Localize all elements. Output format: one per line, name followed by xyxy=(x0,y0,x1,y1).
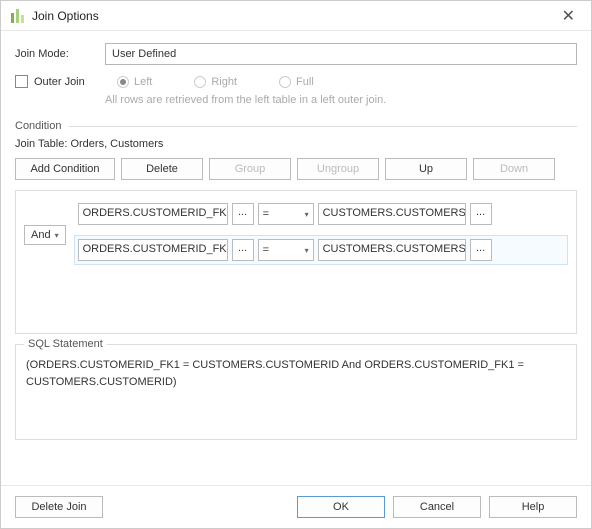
radio-right-label: Right xyxy=(211,76,237,88)
dialog-footer: Delete Join OK Cancel Help xyxy=(1,485,591,528)
condition-legend: Condition xyxy=(15,120,61,132)
operator-value: = xyxy=(263,244,269,256)
window-title: Join Options xyxy=(32,9,99,23)
sql-statement-section: SQL Statement (ORDERS.CUSTOMERID_FK1 = C… xyxy=(15,344,577,440)
radio-left-input xyxy=(117,76,129,88)
group-button: Group xyxy=(209,158,291,180)
condition-toolbar: Add Condition Delete Group Ungroup Up Do… xyxy=(15,158,577,180)
sql-text: (ORDERS.CUSTOMERID_FK1 = CUSTOMERS.CUSTO… xyxy=(26,357,566,390)
operator-dropdown[interactable]: = ▾ xyxy=(258,239,314,261)
up-button[interactable]: Up xyxy=(385,158,467,180)
outer-join-row: Outer Join Left Right Full xyxy=(15,75,577,88)
join-mode-label: Join Mode: xyxy=(15,48,105,60)
right-field[interactable]: CUSTOMERS.CUSTOMERS_CUSTOMERID xyxy=(318,203,466,225)
delete-join-button[interactable]: Delete Join xyxy=(15,496,103,518)
join-mode-input[interactable] xyxy=(105,43,577,65)
left-browse-button[interactable]: ... xyxy=(232,203,254,225)
radio-right: Right xyxy=(194,76,237,88)
operator-value: = xyxy=(263,208,269,220)
sql-legend: SQL Statement xyxy=(24,338,107,350)
add-condition-button[interactable]: Add Condition xyxy=(15,158,115,180)
condition-section: Condition Join Table: Orders, Customers … xyxy=(15,120,577,334)
radio-full-label: Full xyxy=(296,76,314,88)
ok-button[interactable]: OK xyxy=(297,496,385,518)
down-button: Down xyxy=(473,158,555,180)
delete-button[interactable]: Delete xyxy=(121,158,203,180)
logic-operator-label: And xyxy=(31,229,51,241)
titlebar: Join Options ✕ xyxy=(1,1,591,31)
left-field[interactable]: ORDERS.CUSTOMERID_FK1 xyxy=(78,239,228,261)
outer-join-checkbox[interactable] xyxy=(15,75,28,88)
app-icon xyxy=(11,9,24,23)
radio-full-input xyxy=(279,76,291,88)
radio-full: Full xyxy=(279,76,314,88)
join-table-label: Join Table: Orders, Customers xyxy=(15,138,577,150)
outer-join-hint: All rows are retrieved from the left tab… xyxy=(105,94,577,106)
right-browse-button[interactable]: ... xyxy=(470,203,492,225)
help-button[interactable]: Help xyxy=(489,496,577,518)
right-browse-button[interactable]: ... xyxy=(470,239,492,261)
condition-row[interactable]: ORDERS.CUSTOMERID_FK1 ... = ▾ CUSTOMERS.… xyxy=(74,199,568,229)
condition-row[interactable]: ORDERS.CUSTOMERID_FK1 ... = ▾ CUSTOMERS.… xyxy=(74,235,568,265)
outer-join-label: Outer Join xyxy=(34,76,85,88)
logic-operator-dropdown[interactable]: And ▾ xyxy=(24,225,66,245)
chevron-down-icon: ▾ xyxy=(305,210,309,219)
dialog-content: Join Mode: Outer Join Left Right Full Al… xyxy=(1,31,591,485)
chevron-down-icon: ▾ xyxy=(55,231,59,240)
ungroup-button: Ungroup xyxy=(297,158,379,180)
radio-left-label: Left xyxy=(134,76,152,88)
left-browse-button[interactable]: ... xyxy=(232,239,254,261)
right-field[interactable]: CUSTOMERS.CUSTOMERS_CUSTOMERID xyxy=(318,239,466,261)
join-mode-row: Join Mode: xyxy=(15,43,577,65)
close-icon[interactable]: ✕ xyxy=(556,4,581,28)
left-field[interactable]: ORDERS.CUSTOMERID_FK1 xyxy=(78,203,228,225)
condition-grid: And ▾ ORDERS.CUSTOMERID_FK1 ... = ▾ CUST… xyxy=(15,190,577,334)
radio-left: Left xyxy=(117,76,152,88)
join-options-dialog: Join Options ✕ Join Mode: Outer Join Lef… xyxy=(0,0,592,529)
radio-right-input xyxy=(194,76,206,88)
chevron-down-icon: ▾ xyxy=(305,246,309,255)
operator-dropdown[interactable]: = ▾ xyxy=(258,203,314,225)
cancel-button[interactable]: Cancel xyxy=(393,496,481,518)
